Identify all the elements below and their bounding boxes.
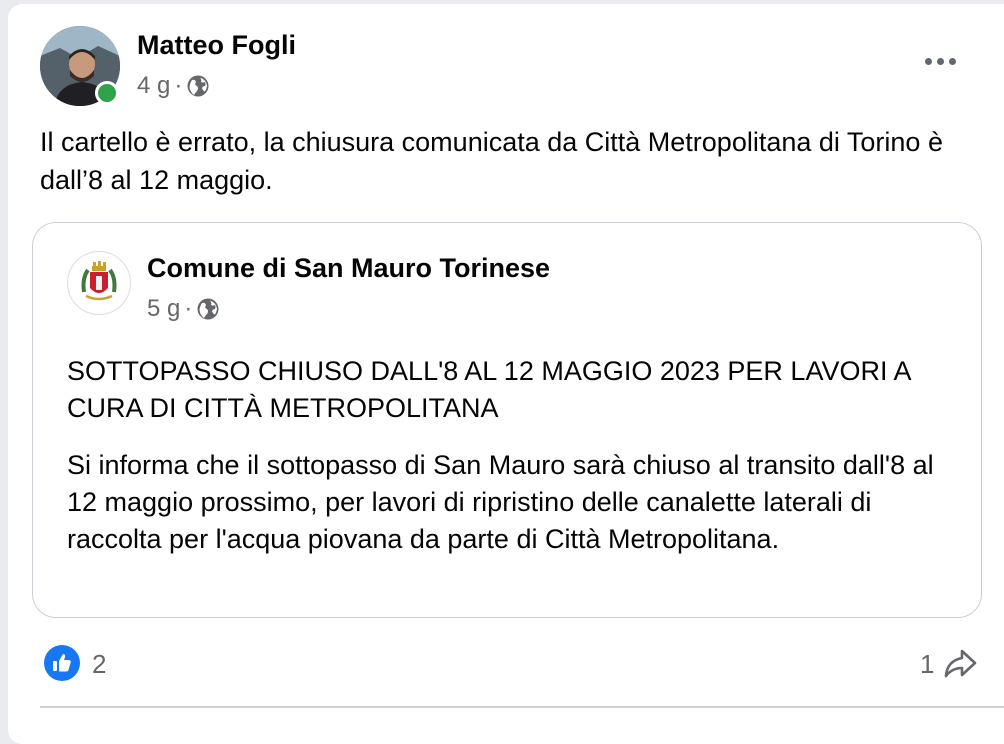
post-age[interactable]: 4 g xyxy=(137,72,170,100)
globe-icon[interactable] xyxy=(186,74,210,98)
more-dot xyxy=(924,57,932,65)
divider xyxy=(40,706,1004,708)
meta-separator: · xyxy=(174,72,183,99)
globe-icon[interactable] xyxy=(196,297,220,321)
shared-post-meta: 5 g · xyxy=(147,295,220,323)
shared-post-card[interactable]: Comune di San Mauro Torinese 5 g · SOTTO… xyxy=(32,222,982,618)
post-author-name[interactable]: Matteo Fogli xyxy=(137,30,296,61)
post-meta: 4 g · xyxy=(137,72,210,100)
meta-separator: · xyxy=(184,295,193,322)
thumbs-up-icon[interactable] xyxy=(44,645,80,681)
more-dot xyxy=(936,57,944,65)
shared-post-age[interactable]: 5 g xyxy=(147,295,180,323)
shared-page-name[interactable]: Comune di San Mauro Torinese xyxy=(147,253,550,284)
share-arrow-icon[interactable] xyxy=(942,645,978,681)
shared-post-body: Si informa che il sottopasso di San Maur… xyxy=(67,450,934,554)
post-text: Il cartello è errato, la chiusura comuni… xyxy=(40,127,943,195)
share-count[interactable]: 1 xyxy=(920,649,934,680)
shared-post-title: SOTTOPASSO CHIUSO DALL'8 AL 12 MAGGIO 20… xyxy=(67,356,910,423)
more-options-button[interactable] xyxy=(918,46,962,76)
page-logo[interactable] xyxy=(67,251,131,315)
more-dot xyxy=(948,57,956,65)
online-status-indicator xyxy=(95,81,119,105)
like-count[interactable]: 2 xyxy=(92,649,106,680)
